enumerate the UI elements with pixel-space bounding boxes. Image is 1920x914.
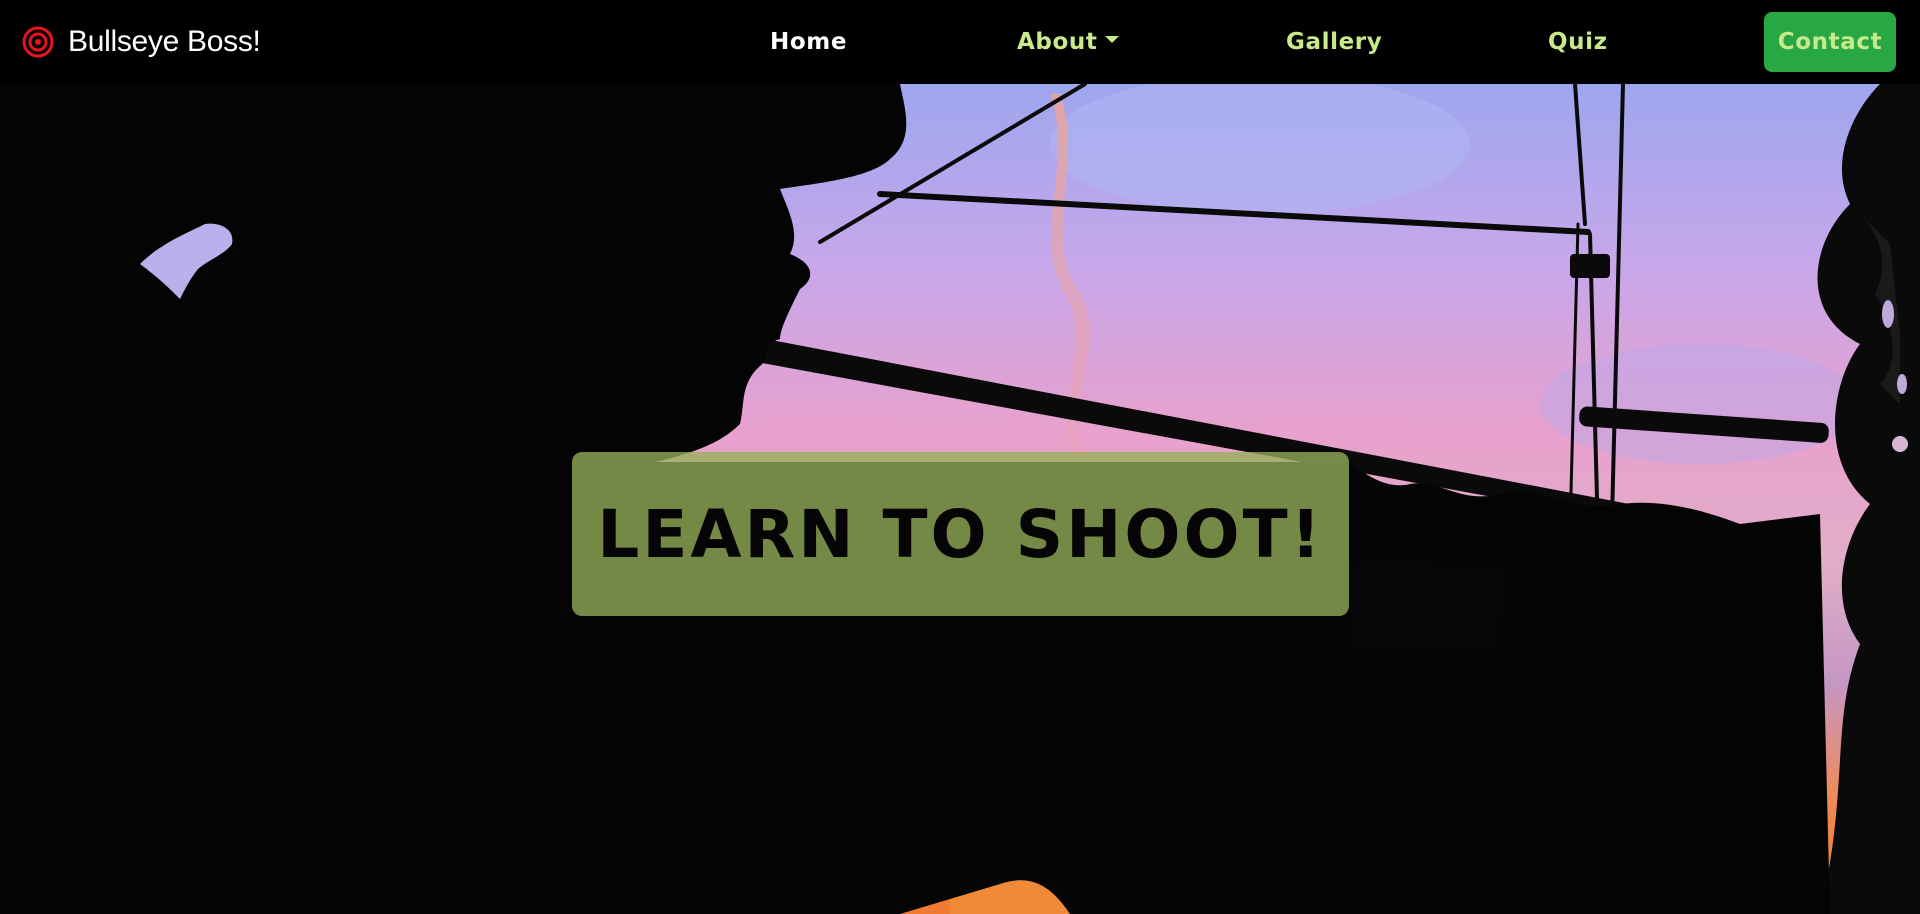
nav-about-label: About: [1017, 29, 1098, 55]
nav-gallery-link[interactable]: Gallery: [1286, 0, 1382, 84]
bullseye-icon: [22, 26, 54, 58]
nav-quiz-link[interactable]: Quiz: [1548, 0, 1608, 84]
nav-about-dropdown[interactable]: About: [1017, 0, 1120, 84]
nav-home-link[interactable]: Home: [770, 0, 847, 84]
hero-banner: LEARN TO SHOOT!: [572, 452, 1349, 616]
hero-title: LEARN TO SHOOT!: [597, 495, 1324, 573]
brand-link[interactable]: Bullseye Boss!: [22, 0, 261, 84]
navbar: Bullseye Boss! Home About Gallery Quiz C…: [0, 0, 1920, 84]
caret-down-icon: [1105, 35, 1120, 43]
brand-name: Bullseye Boss!: [68, 25, 261, 58]
page: Bullseye Boss! Home About Gallery Quiz C…: [0, 0, 1920, 914]
hero-section: LEARN TO SHOOT!: [0, 84, 1920, 914]
contact-button[interactable]: Contact: [1764, 12, 1896, 72]
